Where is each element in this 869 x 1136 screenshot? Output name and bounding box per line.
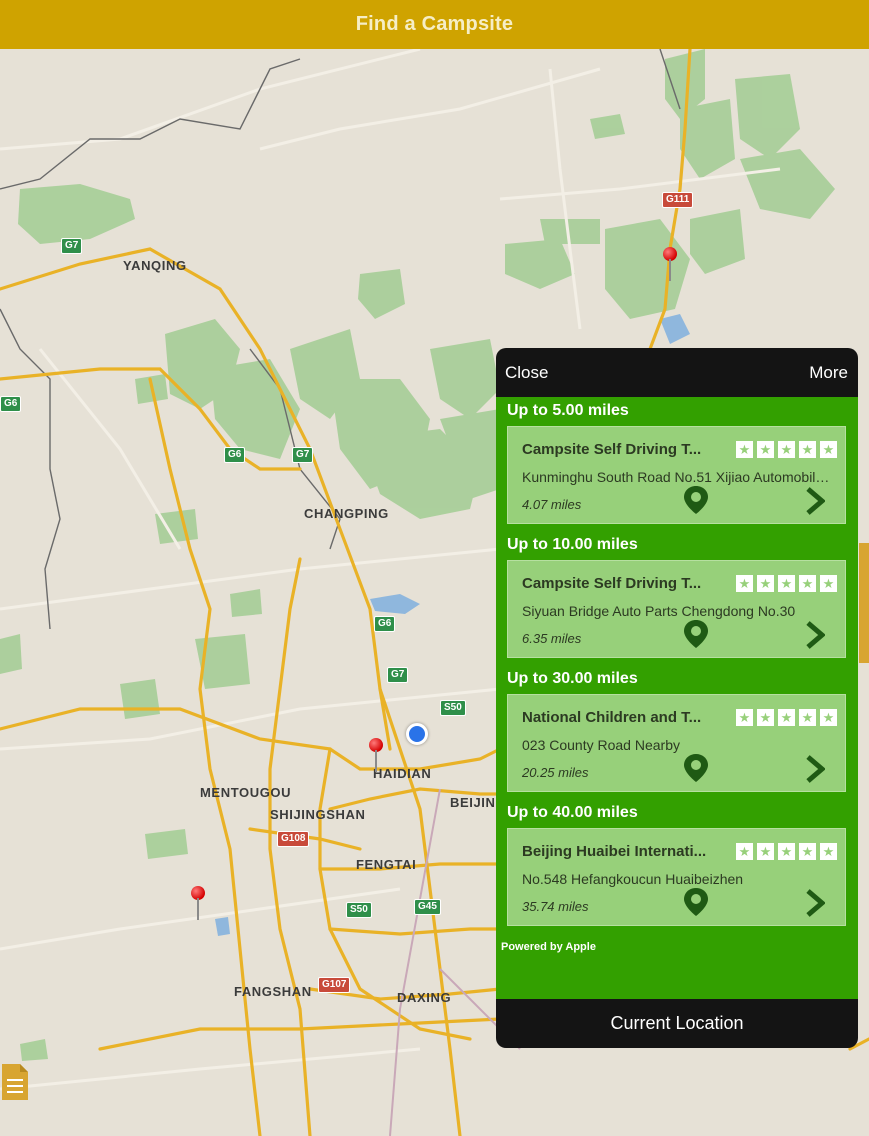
highway-shield: G111 — [662, 192, 694, 208]
star-icon: ★ — [736, 441, 753, 458]
chevron-right-icon[interactable] — [805, 889, 825, 917]
distance-section: Up to 5.00 miles Campsite Self Driving T… — [496, 397, 858, 531]
star-icon: ★ — [778, 441, 795, 458]
map-marker-icon[interactable] — [683, 485, 709, 515]
star-icon: ★ — [736, 709, 753, 726]
highway-shield: G7 — [61, 238, 83, 254]
city-label: MENTOUGOU — [200, 785, 292, 800]
star-icon: ★ — [778, 575, 795, 592]
star-icon: ★ — [778, 709, 795, 726]
chevron-right-icon[interactable] — [805, 487, 825, 515]
star-icon: ★ — [799, 709, 816, 726]
highway-shield: G7 — [387, 667, 409, 683]
campsite-distance: 35.74 miles — [522, 899, 589, 914]
chevron-right-icon[interactable] — [805, 621, 825, 649]
city-label: CHANGPING — [304, 506, 389, 521]
star-icon: ★ — [820, 441, 837, 458]
city-label: SHIJINGSHAN — [270, 807, 366, 822]
highway-shield: G6 — [0, 396, 22, 412]
campsite-list: Up to 5.00 miles Campsite Self Driving T… — [496, 397, 858, 999]
page-title: Find a Campsite — [355, 13, 514, 35]
campsite-card[interactable]: National Children and T... ★ ★ ★ ★ ★ 023 Cou… — [507, 694, 846, 792]
campsite-distance: 4.07 miles — [522, 497, 582, 512]
city-label: BEIJING — [450, 795, 495, 810]
campsite-name: Campsite Self Driving T... — [522, 575, 702, 592]
campsite-card[interactable]: Campsite Self Driving T... ★ ★ ★ ★ ★ Siyuan … — [507, 560, 846, 658]
notes-icon[interactable] — [0, 1062, 30, 1102]
star-icon: ★ — [757, 575, 774, 592]
star-icon: ★ — [757, 709, 774, 726]
powered-by-label: Powered by Apple — [501, 941, 596, 953]
campsite-address: Siyuan Bridge Auto Parts Chengdong No.30 — [522, 603, 796, 619]
close-button[interactable]: Close — [505, 363, 548, 383]
campsite-address: Kunminghu South Road No.51 Xijiao Automo… — [522, 469, 834, 485]
campsite-distance: 6.35 miles — [522, 631, 582, 646]
city-label: FANGSHAN — [234, 984, 312, 999]
distance-section: Up to 30.00 miles National Children and … — [496, 665, 858, 799]
section-title: Up to 5.00 miles — [507, 402, 629, 419]
campsite-card[interactable]: Beijing Huaibei Internati... ★ ★ ★ ★ ★ No.54… — [507, 828, 846, 926]
city-label: YANQING — [123, 258, 187, 273]
star-icon: ★ — [736, 575, 753, 592]
campsite-name: National Children and T... — [522, 709, 702, 726]
section-title: Up to 30.00 miles — [507, 670, 638, 687]
star-icon: ★ — [757, 843, 774, 860]
campsite-pin[interactable] — [663, 247, 677, 281]
highway-shield: G7 — [292, 447, 314, 463]
highway-shield: G6 — [224, 447, 246, 463]
top-bar: Find a Campsite — [0, 0, 869, 49]
campsite-pin[interactable] — [191, 886, 205, 920]
highway-shield: S50 — [346, 902, 372, 918]
section-title: Up to 40.00 miles — [507, 804, 638, 821]
campsite-distance: 20.25 miles — [522, 765, 589, 780]
distance-section: Up to 10.00 miles Campsite Self Driving … — [496, 531, 858, 665]
star-icon: ★ — [820, 843, 837, 860]
star-icon: ★ — [736, 843, 753, 860]
rating-stars: ★ ★ ★ ★ ★ — [736, 575, 837, 592]
distance-section: Up to 40.00 miles Beijing Huaibei Intern… — [496, 799, 858, 933]
rating-stars: ★ ★ ★ ★ ★ — [736, 441, 837, 458]
highway-shield: G108 — [277, 831, 310, 847]
star-icon: ★ — [799, 441, 816, 458]
campsite-address: No.548 Hefangkoucun Huaibeizhen — [522, 871, 744, 887]
highway-shield: G45 — [414, 899, 441, 915]
campsite-name: Campsite Self Driving T... — [522, 441, 702, 458]
map-marker-icon[interactable] — [683, 753, 709, 783]
map-marker-icon[interactable] — [683, 887, 709, 917]
campsite-name: Beijing Huaibei Internati... — [522, 843, 707, 860]
campsite-address: 023 County Road Nearby — [522, 737, 680, 753]
star-icon: ★ — [757, 441, 774, 458]
popover-header: Close More — [496, 348, 858, 397]
current-location-button[interactable]: Current Location — [496, 999, 858, 1048]
highway-shield: S50 — [440, 700, 466, 716]
highway-shield: G6 — [374, 616, 396, 632]
map-marker-icon[interactable] — [683, 619, 709, 649]
city-label: FENGTAI — [356, 857, 417, 872]
star-icon: ★ — [820, 575, 837, 592]
highway-shield: G107 — [318, 977, 351, 993]
star-icon: ★ — [799, 843, 816, 860]
current-location-label: Current Location — [610, 1013, 744, 1033]
rating-stars: ★ ★ ★ ★ ★ — [736, 843, 837, 860]
campsite-popover: Close More Up to 5.00 miles Campsite Sel… — [496, 348, 858, 1048]
current-location-dot — [406, 723, 428, 745]
side-tab[interactable] — [859, 543, 869, 663]
campsite-card[interactable]: Campsite Self Driving T... ★ ★ ★ ★ ★ Kunming… — [507, 426, 846, 524]
more-button[interactable]: More — [809, 363, 848, 383]
star-icon: ★ — [820, 709, 837, 726]
chevron-right-icon[interactable] — [805, 755, 825, 783]
campsite-pin[interactable] — [369, 738, 383, 772]
section-title: Up to 10.00 miles — [507, 536, 638, 553]
rating-stars: ★ ★ ★ ★ ★ — [736, 709, 837, 726]
star-icon: ★ — [799, 575, 816, 592]
city-label: DAXING — [397, 990, 452, 1005]
star-icon: ★ — [778, 843, 795, 860]
